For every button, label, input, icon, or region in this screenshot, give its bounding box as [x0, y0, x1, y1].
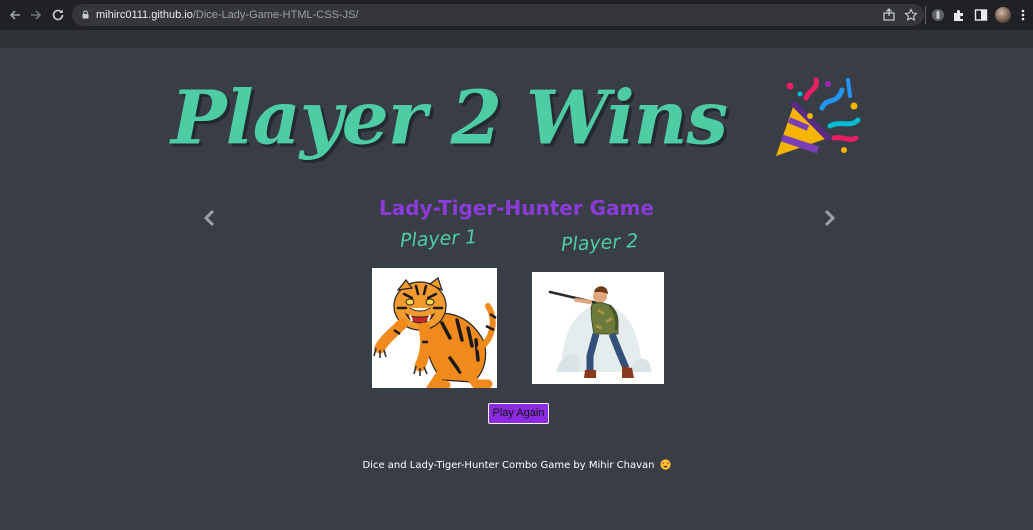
back-arrow-icon[interactable]	[8, 8, 22, 22]
tiger-image	[373, 277, 497, 388]
forward-arrow-icon[interactable]	[29, 8, 43, 22]
footer-text: Dice and Lady-Tiger-Hunter Combo Game by…	[362, 460, 655, 471]
player-2-card	[532, 272, 664, 384]
sidebar-icon[interactable]	[974, 8, 988, 22]
player-1-label: Player 1	[399, 225, 478, 253]
menu-icon[interactable]	[1016, 8, 1030, 22]
party-popper-icon	[775, 77, 861, 156]
previous-arrow-icon[interactable]	[202, 208, 218, 228]
winner-heading-text: Player 2 Wins	[171, 75, 728, 162]
hunter-image	[548, 286, 652, 378]
browser-toolbar: mihirc0111.github.io/Dice-Lady-Game-HTML…	[0, 0, 1033, 30]
next-arrow-icon[interactable]	[821, 208, 837, 228]
game-page: Player 2 Wins Lady-Tiger-Hunter Game Pla…	[0, 48, 1033, 530]
toolbar-separator	[925, 6, 926, 24]
player-2-label: Player 2	[560, 229, 639, 257]
star-struck-emoji-icon	[659, 459, 671, 470]
lock-icon[interactable]	[82, 10, 89, 19]
reload-icon[interactable]	[51, 8, 65, 22]
player-1-card	[372, 268, 497, 388]
puzzle-icon[interactable]	[952, 8, 966, 22]
url-path: /Dice-Lady-Game-HTML-CSS-JS/	[192, 9, 359, 21]
share-icon[interactable]	[882, 8, 896, 22]
bookmark-bar	[0, 30, 1033, 49]
footer: Dice and Lady-Tiger-Hunter Combo Game by…	[0, 459, 1033, 471]
star-icon[interactable]	[904, 8, 918, 22]
address-bar[interactable]: mihirc0111.github.io/Dice-Lady-Game-HTML…	[72, 4, 924, 26]
url-domain: mihirc0111.github.io	[96, 9, 193, 21]
winner-heading: Player 2 Wins	[0, 70, 1033, 162]
url-text[interactable]: mihirc0111.github.io/Dice-Lady-Game-HTML…	[96, 4, 358, 26]
game-name-heading: Lady-Tiger-Hunter Game	[379, 196, 654, 220]
play-again-button[interactable]: Play Again	[488, 403, 549, 424]
avatar[interactable]	[995, 7, 1011, 23]
extension-icon[interactable]	[931, 8, 945, 22]
